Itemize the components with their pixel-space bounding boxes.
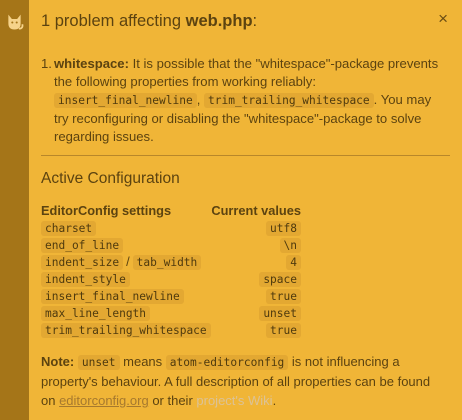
table-row: trim_trailing_whitespace true [41, 322, 301, 339]
table-row: indent_size / tab_width 4 [41, 254, 301, 271]
setting-key: trim_trailing_whitespace [41, 323, 211, 338]
notification-icon-strip [0, 0, 29, 420]
setting-key: charset [41, 221, 97, 236]
setting-value: utf8 [266, 221, 301, 236]
property-code: trim_trailing_whitespace [204, 93, 374, 108]
project-wiki-link[interactable]: project's Wiki [196, 393, 272, 408]
settings-table-header: EditorConfig settings Current values [41, 203, 301, 220]
close-icon[interactable]: × [438, 10, 448, 27]
settings-table: EditorConfig settings Current values cha… [41, 203, 301, 339]
table-row: insert_final_newline true [41, 288, 301, 305]
column-header-settings: EditorConfig settings [41, 203, 172, 218]
section-title: Active Configuration [41, 170, 180, 187]
problem-number: 1. [41, 56, 52, 71]
setting-key: indent_size [41, 255, 124, 270]
column-header-values: Current values [211, 203, 301, 218]
header-filename: web.php [185, 12, 253, 30]
note-paragraph: Note: unset means atom-editorconfig is n… [41, 352, 448, 410]
setting-value: \n [279, 238, 301, 253]
note-text: or their [148, 393, 197, 408]
section-divider [41, 155, 450, 156]
setting-key: indent_style [41, 272, 130, 287]
property-code: insert_final_newline [54, 93, 197, 108]
note-text: means [119, 354, 166, 369]
setting-key: tab_width [132, 255, 202, 270]
table-row: charset utf8 [41, 220, 301, 237]
note-text: . [272, 393, 277, 408]
setting-value: unset [259, 306, 301, 321]
setting-key: max_line_length [41, 306, 151, 321]
table-row: indent_style space [41, 271, 301, 288]
setting-value: true [266, 323, 301, 338]
problem-comma: , [196, 92, 204, 107]
setting-value: space [259, 272, 301, 287]
notification-panel: 1 problem affecting web.php: × 1. whites… [29, 0, 462, 420]
setting-value: true [266, 289, 301, 304]
problem-property: whitespace: [54, 56, 129, 71]
note-code-unset: unset [77, 355, 120, 370]
note-code-package: atom-editorconfig [165, 355, 289, 370]
problem-body: whitespace: It is possible that the "whi… [54, 55, 446, 146]
warning-cat-icon [8, 14, 24, 30]
editorconfig-link[interactable]: editorconfig.org [59, 393, 149, 408]
header-suffix: : [252, 12, 258, 30]
notification-header: 1 problem affecting web.php: × [41, 10, 450, 34]
setting-key: insert_final_newline [41, 289, 184, 304]
table-row: end_of_line \n [41, 237, 301, 254]
setting-value: 4 [286, 255, 301, 270]
table-row: max_line_length unset [41, 305, 301, 322]
problem-item: 1. whitespace: It is possible that the "… [41, 55, 446, 146]
setting-key: end_of_line [41, 238, 124, 253]
key-separator: / [126, 254, 130, 269]
header-prefix: 1 problem affecting [41, 12, 186, 30]
note-label: Note: [41, 354, 75, 369]
